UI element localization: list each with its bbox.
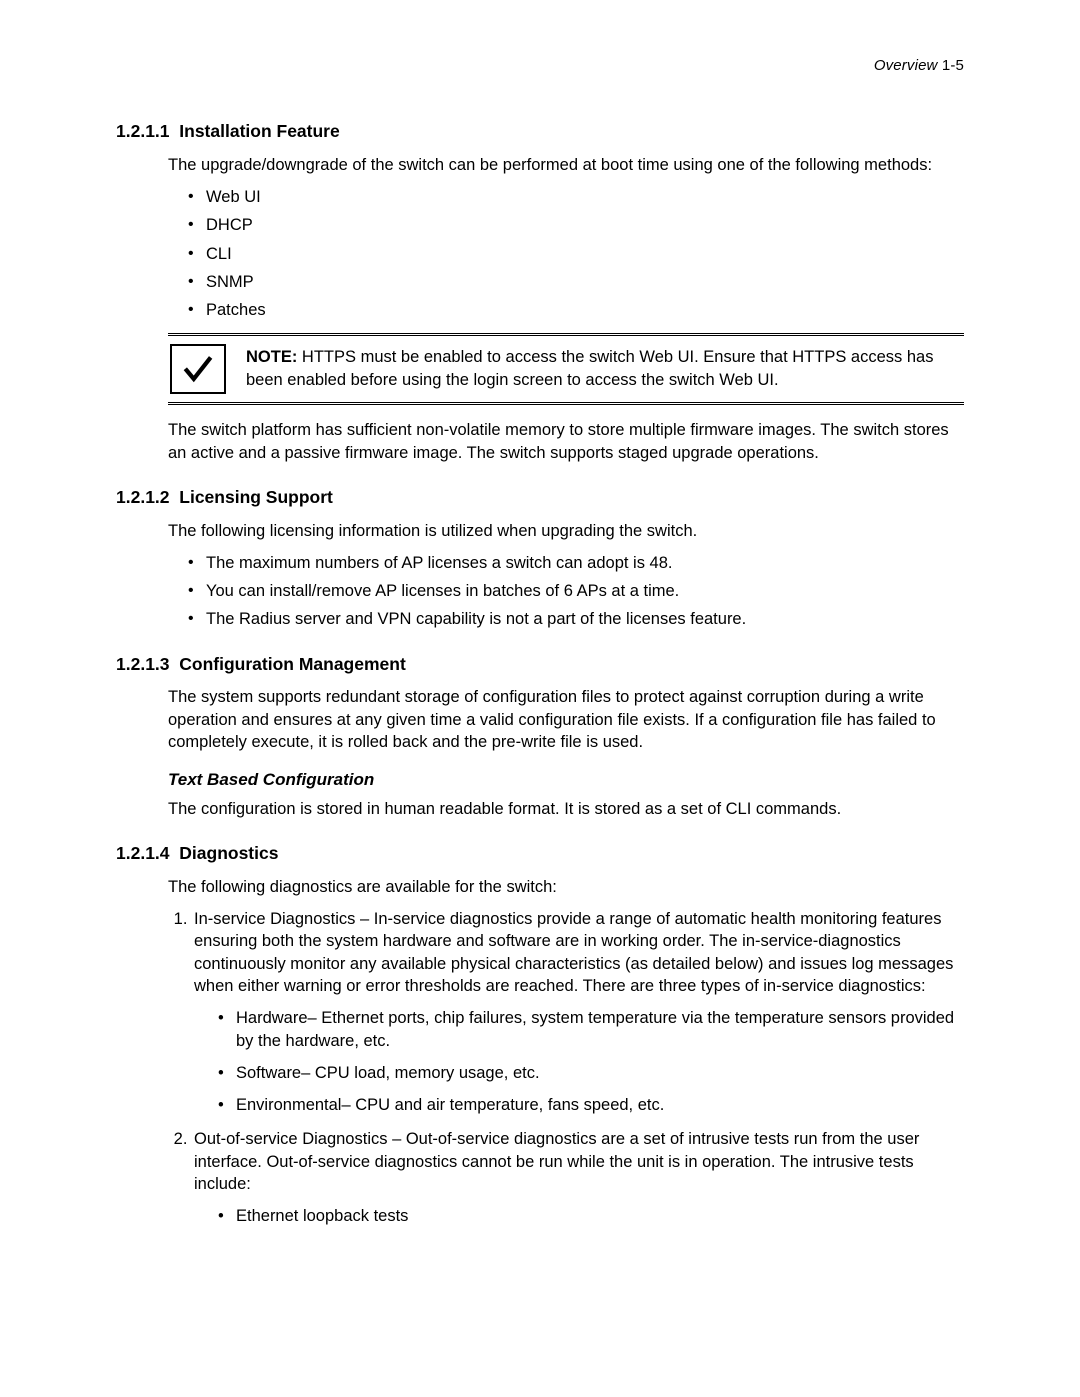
list-item: Web UI <box>192 186 964 208</box>
running-header-section: Overview <box>874 57 938 74</box>
section-body: The following diagnostics are available … <box>168 876 964 1227</box>
section-body: The following licensing information is u… <box>168 520 964 631</box>
paragraph: The switch platform has sufficient non-v… <box>168 419 964 464</box>
paragraph: The following licensing information is u… <box>168 520 964 542</box>
list-item: CLI <box>192 243 964 265</box>
heading-configuration-management: 1.2.1.3 Configuration Management <box>116 653 964 677</box>
heading-text: Diagnostics <box>179 843 278 863</box>
checkmark-icon <box>170 344 226 394</box>
paragraph: The configuration is stored in human rea… <box>168 798 964 820</box>
heading-diagnostics: 1.2.1.4 Diagnostics <box>116 842 964 866</box>
list-item: Patches <box>192 299 964 321</box>
note-text: NOTE: HTTPS must be enabled to access th… <box>246 344 964 391</box>
paragraph: The following diagnostics are available … <box>168 876 964 898</box>
list-item: Environmental– CPU and air temperature, … <box>222 1094 964 1116</box>
note-box: NOTE: HTTPS must be enabled to access th… <box>168 333 964 405</box>
heading-text: Licensing Support <box>179 487 333 507</box>
paragraph: The system supports redundant storage of… <box>168 686 964 753</box>
list-item: Out-of-service Diagnostics – Out-of-serv… <box>192 1128 964 1227</box>
list-item: Hardware– Ethernet ports, chip failures,… <box>222 1007 964 1052</box>
numbered-list: In-service Diagnostics – In-service diag… <box>168 908 964 1227</box>
list-item: You can install/remove AP licenses in ba… <box>192 580 964 602</box>
page: Overview 1-5 1.2.1.1 Installation Featur… <box>0 0 1080 1397</box>
list-item: The Radius server and VPN capability is … <box>192 608 964 630</box>
note-icon-cell <box>168 344 228 394</box>
running-header: Overview 1-5 <box>116 56 964 76</box>
paragraph: The upgrade/downgrade of the switch can … <box>168 154 964 176</box>
list-item: SNMP <box>192 271 964 293</box>
list-item: Software– CPU load, memory usage, etc. <box>222 1062 964 1084</box>
heading-number: 1.2.1.3 <box>116 654 170 674</box>
bullet-list: Ethernet loopback tests <box>194 1205 964 1227</box>
note-body: HTTPS must be enabled to access the swit… <box>246 348 933 388</box>
heading-text: Installation Feature <box>179 121 339 141</box>
heading-number: 1.2.1.1 <box>116 121 170 141</box>
bullet-list: The maximum numbers of AP licenses a swi… <box>168 552 964 631</box>
heading-installation-feature: 1.2.1.1 Installation Feature <box>116 120 964 144</box>
heading-text: Configuration Management <box>179 654 406 674</box>
heading-number: 1.2.1.4 <box>116 843 170 863</box>
list-item: In-service Diagnostics – In-service diag… <box>192 908 964 1116</box>
running-header-page: 1-5 <box>938 57 964 74</box>
note-label: NOTE: <box>246 348 297 366</box>
heading-number: 1.2.1.2 <box>116 487 170 507</box>
bullet-list: Web UI DHCP CLI SNMP Patches <box>168 186 964 321</box>
heading-licensing-support: 1.2.1.2 Licensing Support <box>116 486 964 510</box>
section-body: The system supports redundant storage of… <box>168 686 964 820</box>
list-item-text: Out-of-service Diagnostics – Out-of-serv… <box>194 1130 919 1193</box>
list-item-text: In-service Diagnostics – In-service diag… <box>194 910 953 995</box>
list-item: DHCP <box>192 214 964 236</box>
list-item: The maximum numbers of AP licenses a swi… <box>192 552 964 574</box>
section-body: The upgrade/downgrade of the switch can … <box>168 154 964 464</box>
list-item: Ethernet loopback tests <box>222 1205 964 1227</box>
bullet-list: Hardware– Ethernet ports, chip failures,… <box>194 1007 964 1116</box>
subheading-text-based-configuration: Text Based Configuration <box>168 769 964 792</box>
